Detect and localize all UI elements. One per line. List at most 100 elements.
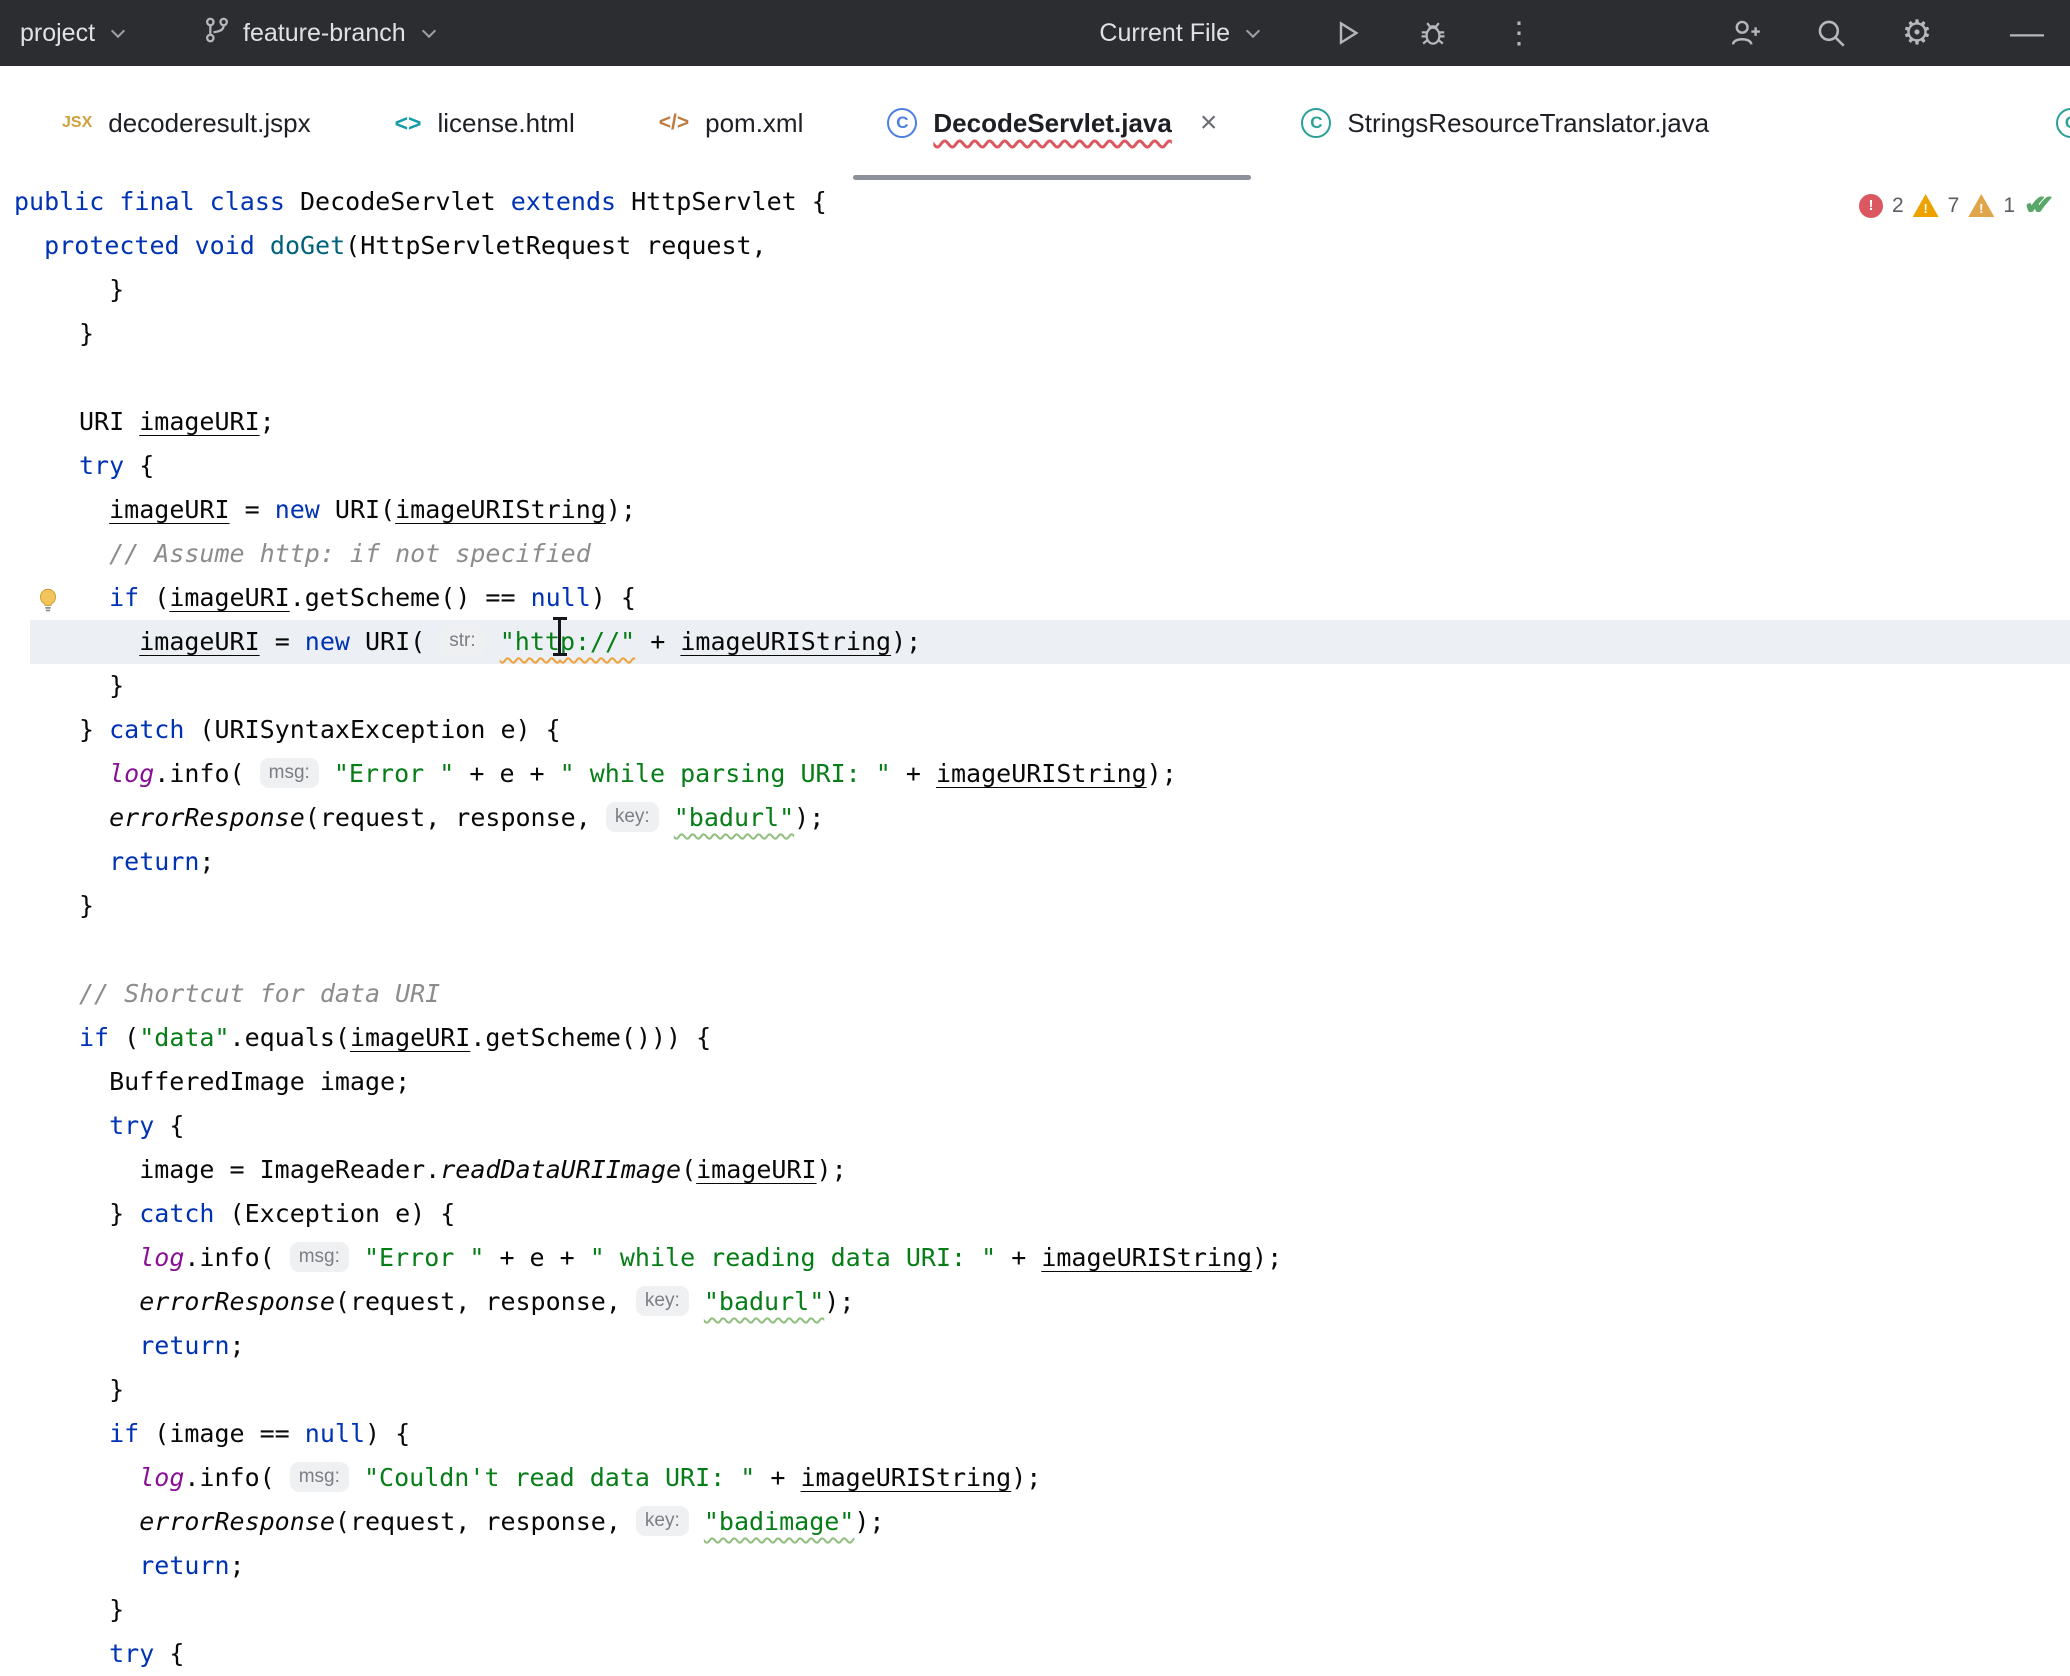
tab-label: StringsResourceTranslator.java xyxy=(1347,108,1709,139)
code-line[interactable]: image = ImageReader.readDataURIImage(ima… xyxy=(0,1148,2070,1192)
code-token: imageURI xyxy=(109,495,229,524)
code-token: if xyxy=(109,1419,139,1448)
code-line[interactable]: if ("data".equals(imageURI.getScheme()))… xyxy=(0,1016,2070,1060)
add-user-button[interactable] xyxy=(1722,10,1768,56)
code-token xyxy=(349,1463,364,1492)
code-line[interactable]: // Assume http: if not specified xyxy=(0,532,2070,576)
code-line-text: errorResponse(request, response, key: "b… xyxy=(0,1507,884,1536)
tab-license-html[interactable]: <> license.html xyxy=(353,66,617,180)
code-line[interactable]: } xyxy=(0,664,2070,708)
code-line[interactable]: return; xyxy=(0,840,2070,884)
run-config-label: Current File xyxy=(1099,19,1230,48)
code-line[interactable]: return; xyxy=(0,1544,2070,1588)
code-line[interactable]: BufferedImage image; xyxy=(0,1060,2070,1104)
code-line[interactable]: public final class DecodeServlet extends… xyxy=(0,180,2070,224)
code-line[interactable] xyxy=(0,928,2070,972)
code-token: + xyxy=(755,1463,800,1492)
code-line[interactable]: } xyxy=(0,1588,2070,1632)
code-token: { xyxy=(154,1639,184,1668)
tab-decodeservlet-java[interactable]: C DecodeServlet.java × xyxy=(845,66,1259,180)
code-line-text xyxy=(0,363,79,392)
code-token: imageURI xyxy=(139,627,259,656)
code-token: ( xyxy=(681,1155,696,1184)
settings-gear-icon[interactable]: ⚙ xyxy=(1894,10,1940,56)
code-line[interactable]: log.info( msg: "Error " + e + " while re… xyxy=(0,1236,2070,1280)
tab-overflow-icon[interactable]: C xyxy=(2056,108,2070,138)
code-token xyxy=(79,1287,139,1316)
code-token: imageURIString xyxy=(936,759,1147,788)
code-line[interactable]: return; xyxy=(0,1324,2070,1368)
tab-pom-xml[interactable]: </> pom.xml xyxy=(617,66,846,180)
code-line[interactable]: try { xyxy=(0,1104,2070,1148)
search-icon[interactable] xyxy=(1808,10,1854,56)
code-token: "htt xyxy=(500,627,560,656)
vcs-branch-widget[interactable]: feature-branch xyxy=(201,14,434,53)
code-line[interactable]: log.info( msg: "Error " + e + " while pa… xyxy=(0,752,2070,796)
code-line[interactable]: errorResponse(request, response, key: "b… xyxy=(0,1280,2070,1324)
code-line[interactable]: } xyxy=(0,268,2070,312)
code-token xyxy=(79,1507,139,1536)
tab-stringsresourcetranslator-java[interactable]: C StringsResourceTranslator.java xyxy=(1259,66,1751,180)
code-line[interactable]: URI imageURI; xyxy=(0,400,2070,444)
code-line-text: log.info( msg: "Couldn't read data URI: … xyxy=(0,1463,1041,1492)
code-token: = xyxy=(230,495,275,524)
code-token: class xyxy=(210,187,300,216)
inspections-ok-icon[interactable]: ✔✔ xyxy=(2024,190,2064,221)
code-token: ); xyxy=(854,1507,884,1536)
branch-name: feature-branch xyxy=(243,19,406,48)
code-token: .info( xyxy=(154,759,259,788)
problems-widget[interactable]: ! 2 ! 7 ! 1 ✔✔ xyxy=(1859,190,2070,221)
code-line[interactable]: if (image == null) { xyxy=(0,1412,2070,1456)
code-line[interactable]: } xyxy=(0,1368,2070,1412)
warning-icon[interactable]: ! xyxy=(1913,194,1939,217)
project-name: project xyxy=(20,19,95,48)
jsp-file-icon: JSX xyxy=(62,114,92,132)
project-widget[interactable]: project xyxy=(20,19,123,48)
error-icon[interactable]: ! xyxy=(1859,194,1883,218)
code-line[interactable]: } xyxy=(0,312,2070,356)
intention-bulb-icon[interactable] xyxy=(34,584,62,612)
code-line-text: BufferedImage image; xyxy=(0,1067,410,1096)
code-line[interactable]: protected void doGet(HttpServletRequest … xyxy=(0,224,2070,268)
code-line-text: } xyxy=(0,319,94,348)
code-token: return xyxy=(109,847,199,876)
code-line[interactable]: imageURI = new URI( str: "http://" + ima… xyxy=(0,620,2070,664)
weak-warning-icon[interactable]: ! xyxy=(1968,194,1994,217)
code-token: ; xyxy=(230,1331,245,1360)
run-button[interactable] xyxy=(1324,10,1370,56)
code-line[interactable]: try { xyxy=(0,1632,2070,1676)
minimize-button[interactable]: — xyxy=(2004,10,2050,56)
code-line[interactable]: imageURI = new URI(imageURIString); xyxy=(0,488,2070,532)
chevron-down-icon xyxy=(1246,24,1260,38)
code-token xyxy=(349,1243,364,1272)
code-line[interactable]: } xyxy=(0,884,2070,928)
code-line-text: imageURI = new URI( str: "http://" + ima… xyxy=(0,627,921,656)
code-line[interactable] xyxy=(0,356,2070,400)
more-actions-icon[interactable]: ⋮ xyxy=(1496,10,1542,56)
code-line[interactable]: // Shortcut for data URI xyxy=(0,972,2070,1016)
code-token: (image == xyxy=(139,1419,305,1448)
code-token: if xyxy=(79,1023,109,1052)
tab-decoderesult-jspx[interactable]: JSX decoderesult.jspx xyxy=(20,66,353,180)
code-token: public xyxy=(14,187,119,216)
code-token: HttpServlet { xyxy=(631,187,827,216)
chevron-down-icon xyxy=(422,24,436,38)
debug-button[interactable] xyxy=(1410,10,1456,56)
code-token: ); xyxy=(1252,1243,1282,1272)
run-config-selector[interactable]: Current File xyxy=(1099,19,1258,48)
code-line[interactable]: if (imageURI.getScheme() == null) { xyxy=(0,576,2070,620)
code-line[interactable]: } catch (URISyntaxException e) { xyxy=(0,708,2070,752)
code-token xyxy=(79,803,109,832)
code-line[interactable]: try { xyxy=(0,444,2070,488)
code-line[interactable]: errorResponse(request, response, key: "b… xyxy=(0,796,2070,840)
code-token: imageURIString xyxy=(1041,1243,1252,1272)
code-line[interactable]: log.info( msg: "Couldn't read data URI: … xyxy=(0,1456,2070,1500)
close-tab-icon[interactable]: × xyxy=(1200,108,1218,138)
code-line[interactable]: } catch (Exception e) { xyxy=(0,1192,2070,1236)
code-token: ; xyxy=(260,407,275,436)
code-editor[interactable]: }}URI imageURI;try { imageURI = new URI(… xyxy=(0,268,2070,1676)
code-line[interactable]: errorResponse(request, response, key: "b… xyxy=(0,1500,2070,1544)
code-token: .getScheme() == xyxy=(290,583,531,612)
inlay-hint: key: xyxy=(606,802,659,832)
code-token: "Couldn't read data URI: " xyxy=(364,1463,755,1492)
